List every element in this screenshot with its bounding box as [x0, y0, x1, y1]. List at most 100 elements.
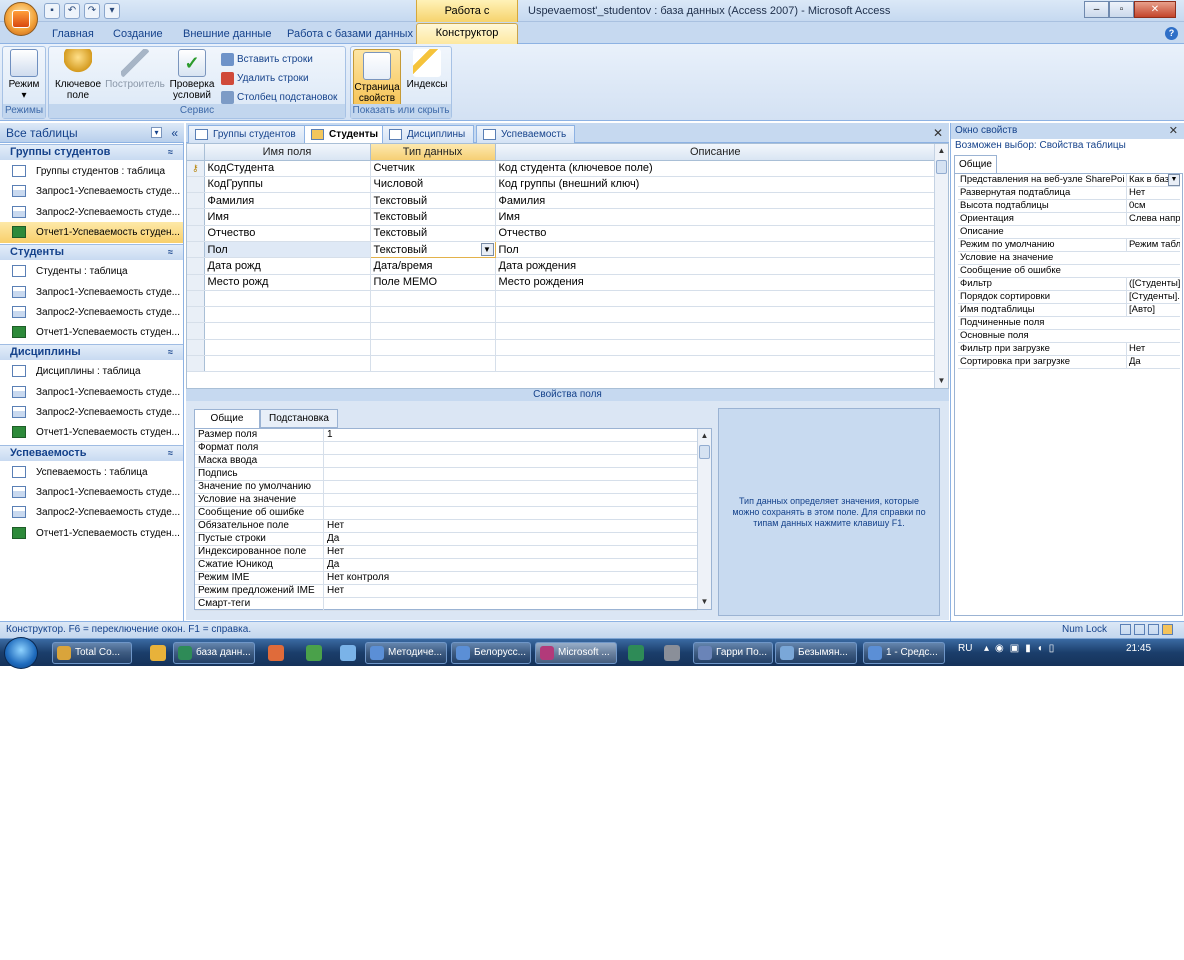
- nav-item[interactable]: Запрос2-Успеваемость студе...: [0, 402, 183, 423]
- property-value[interactable]: Слева направо: [1126, 213, 1180, 225]
- row-selector[interactable]: [187, 306, 205, 324]
- table-row[interactable]: [187, 339, 936, 357]
- row-selector[interactable]: ⚷: [187, 160, 205, 177]
- property-value[interactable]: Нет контроля: [323, 572, 697, 584]
- property-value[interactable]: [323, 507, 697, 519]
- field-name-cell[interactable]: КодГруппы: [204, 176, 371, 194]
- undo-icon[interactable]: ↶: [64, 3, 80, 19]
- description-cell[interactable]: Дата рождения: [495, 257, 936, 275]
- search-icon[interactable]: [340, 645, 356, 661]
- property-row[interactable]: Представления на веб-узле SharePoint Как …: [958, 174, 1180, 187]
- field-property-row[interactable]: Обязательное поле Нет: [195, 520, 697, 533]
- property-value[interactable]: Да: [323, 533, 697, 545]
- field-name-cell[interactable]: Дата рожд: [204, 257, 371, 275]
- property-row[interactable]: Имя подтаблицы [Авто]: [958, 304, 1180, 317]
- data-type-cell[interactable]: Поле MEMO: [370, 274, 496, 291]
- data-type-cell[interactable]: Дата/время: [370, 257, 496, 275]
- field-property-row[interactable]: Сообщение об ошибке: [195, 507, 697, 520]
- property-row[interactable]: Режим по умолчанию Режим табл: [958, 239, 1180, 252]
- property-row[interactable]: Основные поля: [958, 330, 1180, 343]
- nav-dropdown-icon[interactable]: ▾: [151, 127, 162, 138]
- table-row[interactable]: Отчество Текстовый Отчество: [187, 225, 936, 242]
- nav-item[interactable]: Запрос1-Успеваемость студе...: [0, 382, 183, 403]
- tab-create[interactable]: Создание: [105, 25, 171, 44]
- taskbar-button[interactable]: 1 - Средс...: [863, 642, 945, 664]
- field-property-row[interactable]: Сжатие Юникод Да: [195, 559, 697, 572]
- properties-scrollbar[interactable]: ▲ ▼: [697, 429, 711, 609]
- maximize-icon[interactable]: ▫: [1109, 1, 1134, 18]
- insert-rows-button[interactable]: Вставить строки: [221, 51, 313, 68]
- tab-general[interactable]: Общие: [194, 409, 260, 429]
- table-row[interactable]: [187, 322, 936, 340]
- nav-item[interactable]: Запрос2-Успеваемость студе...: [0, 202, 183, 223]
- collapse-chevron-icon[interactable]: ≈: [168, 446, 173, 461]
- pivot-table-icon[interactable]: [1134, 624, 1145, 635]
- nav-item[interactable]: Студенты : таблица: [0, 261, 183, 282]
- nav-group-header[interactable]: Группы студентов ≈: [0, 144, 183, 160]
- data-type-cell[interactable]: Текстовый: [370, 208, 496, 226]
- property-value[interactable]: [Авто]: [1126, 304, 1180, 316]
- row-selector[interactable]: [187, 225, 205, 242]
- table-row[interactable]: КодГруппы Числовой Код группы (внешний клю…: [187, 176, 936, 194]
- property-row[interactable]: Высота подтаблицы 0см: [958, 200, 1180, 213]
- close-property-sheet-icon[interactable]: ✕: [1169, 124, 1178, 137]
- nav-item[interactable]: Группы студентов : таблица: [0, 161, 183, 182]
- mode-button[interactable]: Режим ▾: [6, 49, 42, 101]
- data-type-cell[interactable]: Текстовый ▼: [369, 240, 496, 259]
- data-type-cell[interactable]: [370, 290, 496, 308]
- nav-group-header[interactable]: Студенты ≈: [0, 244, 183, 261]
- table-row[interactable]: ⚷ КодСтудента Счетчик Код студента (ключево…: [187, 160, 936, 177]
- row-selector[interactable]: [187, 290, 205, 308]
- nav-item[interactable]: Отчет1-Успеваемость студен...: [0, 221, 183, 243]
- property-row[interactable]: Фильтр ([Студенты]: [958, 278, 1180, 291]
- nav-item[interactable]: Запрос1-Успеваемость студе...: [0, 482, 183, 503]
- data-type-cell[interactable]: [370, 339, 496, 357]
- data-type-cell[interactable]: [370, 322, 496, 340]
- nav-group-header[interactable]: Успеваемость ≈: [0, 444, 183, 461]
- field-name-cell[interactable]: Отчество: [204, 225, 371, 242]
- scroll-down-icon[interactable]: ▼: [698, 595, 711, 609]
- property-value[interactable]: 1: [323, 429, 697, 441]
- data-type-cell[interactable]: Текстовый: [370, 192, 496, 210]
- property-value[interactable]: [Студенты].: [1126, 291, 1180, 303]
- tab-disciplines-table[interactable]: Дисциплины: [382, 125, 475, 143]
- property-value[interactable]: Нет: [323, 546, 697, 558]
- property-row[interactable]: Сортировка при загрузке Да: [958, 356, 1180, 369]
- description-cell[interactable]: [495, 339, 936, 357]
- tab-groups-table[interactable]: Группы студентов: [188, 125, 305, 143]
- explorer-icon[interactable]: [664, 645, 680, 661]
- field-property-row[interactable]: Режим IME Нет контроля: [195, 572, 697, 585]
- collapse-chevron-icon[interactable]: ≈: [168, 345, 173, 360]
- property-value[interactable]: Режим табл: [1126, 239, 1180, 251]
- property-value[interactable]: [323, 468, 697, 480]
- collapse-chevron-icon[interactable]: ≈: [168, 145, 173, 160]
- property-value[interactable]: [323, 494, 697, 506]
- nav-header[interactable]: Все таблицы ▾ «: [0, 123, 184, 143]
- row-selector[interactable]: [187, 339, 205, 357]
- data-type-cell[interactable]: [370, 355, 496, 373]
- scroll-up-icon[interactable]: ▲: [935, 144, 948, 158]
- collapse-chevron-icon[interactable]: ≈: [168, 245, 173, 260]
- redo-icon[interactable]: ↷: [84, 3, 100, 19]
- scroll-up-icon[interactable]: ▲: [698, 429, 711, 443]
- property-value[interactable]: Нет: [1126, 343, 1180, 355]
- close-icon[interactable]: ✕: [1134, 1, 1176, 18]
- description-cell[interactable]: [495, 306, 936, 324]
- property-value[interactable]: [323, 481, 697, 493]
- nav-item[interactable]: Запрос2-Успеваемость студе...: [0, 502, 183, 523]
- nav-group-header[interactable]: Дисциплины ≈: [0, 344, 183, 361]
- field-property-row[interactable]: Маска ввода: [195, 455, 697, 468]
- property-value[interactable]: Да: [1126, 356, 1180, 368]
- pivot-chart-icon[interactable]: [1148, 624, 1159, 635]
- property-value[interactable]: Да: [323, 559, 697, 571]
- field-name-cell[interactable]: [204, 306, 371, 324]
- language-indicator[interactable]: RU: [958, 643, 972, 654]
- property-row[interactable]: Порядок сортировки [Студенты].: [958, 291, 1180, 304]
- field-name-cell[interactable]: [204, 290, 371, 308]
- nav-item[interactable]: Запрос1-Успеваемость студе...: [0, 181, 183, 202]
- indexes-button[interactable]: Индексы: [405, 49, 449, 90]
- help-icon[interactable]: ?: [1165, 27, 1178, 40]
- property-row[interactable]: Ориентация Слева направо: [958, 213, 1180, 226]
- tab-props-general[interactable]: Общие: [954, 155, 997, 173]
- primary-key-button[interactable]: Ключевое поле: [53, 49, 103, 101]
